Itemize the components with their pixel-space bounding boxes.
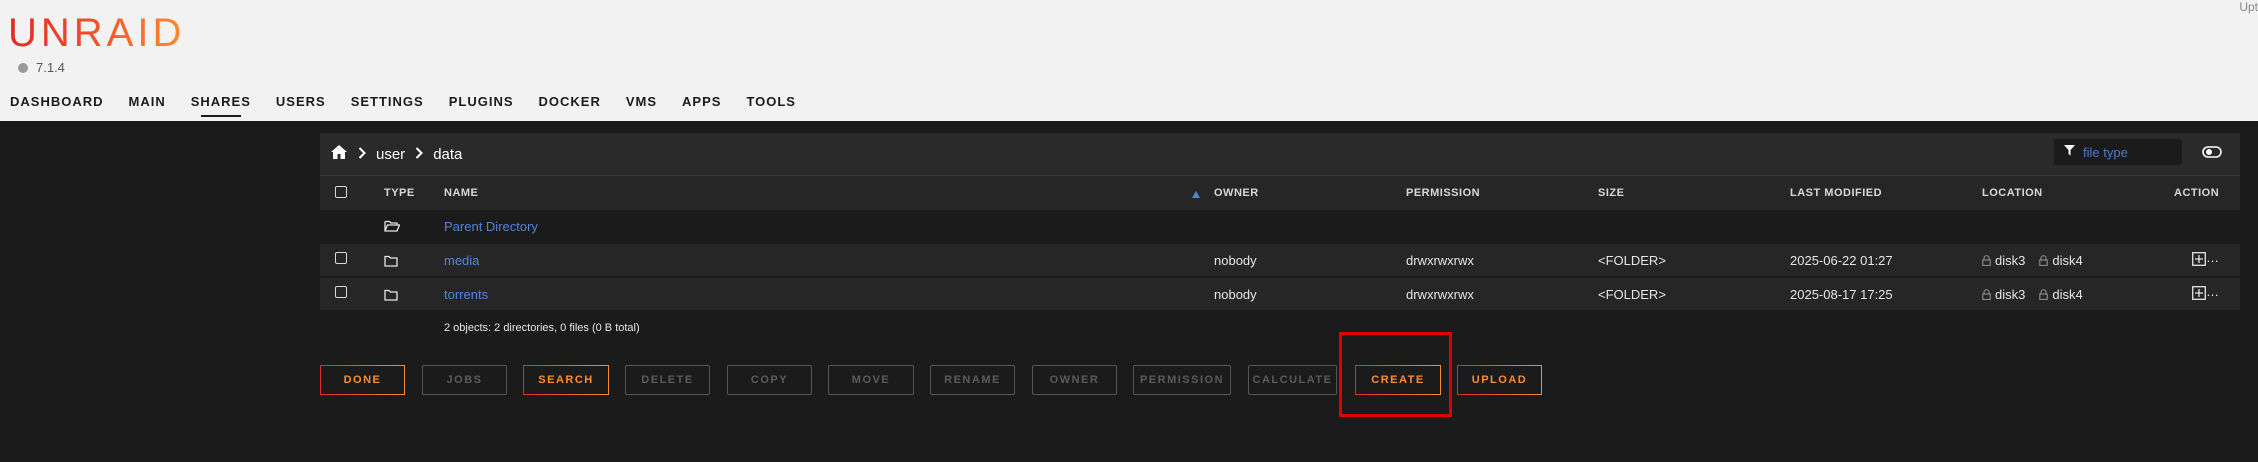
nav-shares[interactable]: SHARES (191, 94, 251, 117)
nav-main[interactable]: MAIN (129, 94, 166, 109)
nav-settings[interactable]: SETTINGS (351, 94, 424, 109)
copy-button[interactable]: COPY (727, 365, 812, 395)
permission-button[interactable]: PERMISSION (1133, 365, 1231, 395)
location-item: disk4 (2039, 253, 2083, 268)
col-permission[interactable]: PERMISSION (1406, 187, 1480, 199)
rename-button[interactable]: RENAME (930, 365, 1015, 395)
delete-button[interactable]: DELETE (625, 365, 710, 395)
folder-icon (384, 288, 398, 306)
location-item: disk3 (1982, 287, 2025, 302)
owner-value: nobody (1214, 287, 1257, 302)
row-action-menu-icon[interactable]: … (2192, 284, 2219, 300)
size-value: <FOLDER> (1598, 253, 1666, 268)
location-list: disk3 disk4 (1982, 253, 2083, 268)
col-owner[interactable]: OWNER (1214, 187, 1259, 199)
path-bar: user data (320, 133, 2240, 175)
row-checkbox[interactable] (335, 286, 347, 298)
col-size[interactable]: SIZE (1598, 187, 1624, 199)
chevron-right-icon (358, 146, 366, 162)
breadcrumb: user data (330, 144, 462, 164)
last-modified-value: 2025-06-22 01:27 (1790, 253, 1893, 268)
nav-dashboard[interactable]: DASHBOARD (10, 94, 104, 109)
lock-icon (2039, 255, 2049, 266)
location-disk: disk3 (1995, 287, 2026, 302)
size-value: <FOLDER> (1598, 287, 1666, 302)
col-last-modified[interactable]: LAST MODIFIED (1790, 187, 1882, 199)
breadcrumb-user[interactable]: user (376, 146, 405, 163)
nav-docker[interactable]: DOCKER (539, 94, 601, 109)
file-type-input[interactable] (2081, 143, 2175, 161)
table-header: TYPE NAME OWNER PERMISSION SIZE LAST MOD… (320, 175, 2240, 210)
col-action: ACTION (2174, 187, 2220, 199)
location-disk: disk3 (1995, 253, 2026, 268)
breadcrumb-data[interactable]: data (433, 146, 462, 163)
col-name[interactable]: NAME (444, 187, 478, 199)
nav-apps[interactable]: APPS (682, 94, 721, 109)
create-button-highlight (1339, 332, 1452, 417)
upload-button[interactable]: UPLOAD (1457, 365, 1542, 395)
nav-tools[interactable]: TOOLS (746, 94, 796, 109)
last-modified-value: 2025-08-17 17:25 (1790, 287, 1893, 302)
parent-directory-link[interactable]: Parent Directory (444, 219, 538, 234)
main-nav: DASHBOARD MAIN SHARES USERS SETTINGS PLU… (10, 94, 821, 117)
move-button[interactable]: MOVE (828, 365, 914, 395)
parent-directory-row[interactable]: Parent Directory (320, 210, 2240, 242)
table-row[interactable]: torrents nobody drwxrwxrwx <FOLDER> 2025… (320, 278, 2240, 310)
nav-users[interactable]: USERS (276, 94, 326, 109)
location-item: disk3 (1982, 253, 2025, 268)
file-manager-panel: user data TYPE NAME OWNER PERMISSION SIZ… (320, 133, 2240, 344)
unraid-logo[interactable]: UNRAID (8, 13, 185, 53)
version-number: 7.1.4 (36, 60, 65, 75)
version-info: 7.1.4 (18, 60, 65, 75)
lock-icon (2039, 289, 2049, 300)
row-action-menu-icon[interactable]: … (2192, 250, 2219, 266)
location-list: disk3 disk4 (1982, 287, 2083, 302)
home-icon[interactable] (330, 144, 348, 164)
location-disk: disk4 (2052, 253, 2083, 268)
nav-plugins[interactable]: PLUGINS (449, 94, 514, 109)
done-button[interactable]: DONE (320, 365, 405, 395)
header: UNRAID 7.1.4 Upt DASHBOARD MAIN SHARES U… (0, 0, 2258, 121)
folder-open-icon (384, 219, 401, 237)
permission-value: drwxrwxrwx (1406, 253, 1474, 268)
file-name-link[interactable]: media (444, 253, 479, 268)
sort-asc-icon[interactable] (1192, 185, 1200, 203)
filter-icon (2064, 143, 2075, 161)
col-location[interactable]: LOCATION (1982, 187, 2043, 199)
owner-button[interactable]: OWNER (1032, 365, 1117, 395)
permission-value: drwxrwxrwx (1406, 287, 1474, 302)
search-button[interactable]: SEARCH (523, 365, 609, 395)
uptime-label: Upt (2239, 0, 2258, 14)
jobs-button[interactable]: JOBS (422, 365, 507, 395)
nav-vms[interactable]: VMS (626, 94, 657, 109)
folder-icon (384, 254, 398, 272)
file-list: Parent Directory media nobody drwxrwxrwx… (320, 210, 2240, 314)
lock-icon (1982, 255, 1991, 266)
summary-text: 2 objects: 2 directories, 0 files (0 B t… (444, 322, 640, 334)
calculate-button[interactable]: CALCULATE (1248, 365, 1337, 395)
lock-icon (1982, 289, 1991, 300)
summary-area: 2 objects: 2 directories, 0 files (0 B t… (320, 314, 2240, 344)
select-all-checkbox[interactable] (335, 186, 347, 198)
file-name-link[interactable]: torrents (444, 287, 488, 302)
row-checkbox[interactable] (335, 252, 347, 264)
status-dot-icon (18, 62, 28, 73)
file-type-filter[interactable] (2054, 139, 2182, 165)
owner-value: nobody (1214, 253, 1257, 268)
toggle-view-icon[interactable] (2202, 145, 2222, 164)
chevron-right-icon (415, 146, 424, 162)
col-type[interactable]: TYPE (384, 187, 415, 199)
location-disk: disk4 (2052, 287, 2083, 302)
location-item: disk4 (2039, 287, 2083, 302)
table-row[interactable]: media nobody drwxrwxrwx <FOLDER> 2025-06… (320, 244, 2240, 276)
